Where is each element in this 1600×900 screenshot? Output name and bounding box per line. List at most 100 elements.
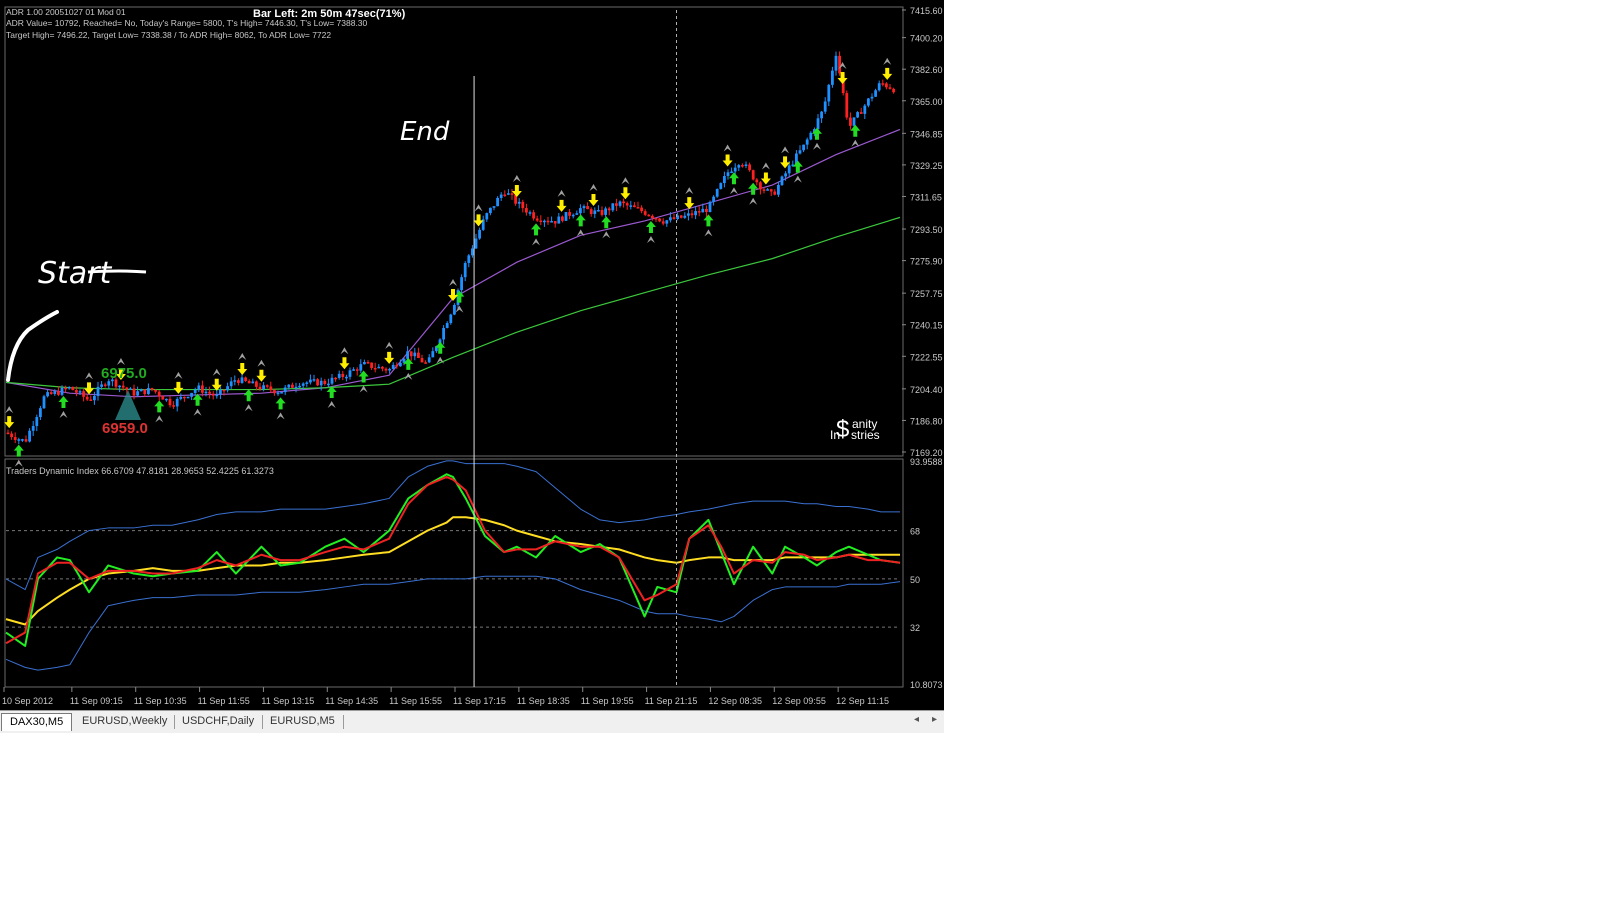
bull-candle <box>719 183 723 189</box>
price-axis-label: 7382.60 <box>910 65 943 75</box>
bull-candle <box>129 388 132 390</box>
bear-candle <box>885 83 888 88</box>
pivot-upper-label: 6975.0 <box>101 365 147 382</box>
bull-candle <box>427 357 431 363</box>
tab-eurusd-weekly[interactable]: EURUSD,Weekly <box>74 713 175 730</box>
bear-candle <box>600 210 604 215</box>
pivot-lower-label: 6959.0 <box>102 420 148 437</box>
bear-candle <box>150 388 154 390</box>
bear-candle <box>755 179 759 183</box>
bull-candle <box>165 398 168 401</box>
bull-candle <box>298 385 301 388</box>
bear-candle <box>888 87 892 89</box>
bear-candle <box>586 206 589 210</box>
bull-candle <box>233 380 237 382</box>
bear-candle <box>607 208 611 211</box>
bear-candle <box>838 55 841 74</box>
bull-candle <box>629 205 633 207</box>
bear-candle <box>532 212 535 219</box>
bull-candle <box>787 165 791 174</box>
bull-candle <box>445 323 449 328</box>
bear-candle <box>395 364 399 367</box>
bull-candle <box>186 396 190 399</box>
bull-candle <box>215 394 219 397</box>
bear-candle <box>172 405 175 407</box>
bear-candle <box>503 194 507 197</box>
tabs-scroll-left-icon[interactable]: ◂ <box>914 714 919 725</box>
bull-candle <box>294 386 298 389</box>
bull-candle <box>874 90 877 97</box>
bull-candle <box>280 392 283 394</box>
bear-candle <box>255 381 258 387</box>
bull-candle <box>730 171 733 173</box>
bear-candle <box>85 396 89 400</box>
bull-candle <box>17 439 21 441</box>
bear-candle <box>553 221 557 224</box>
price-axis-label: 7400.20 <box>910 34 943 44</box>
bear-candle <box>24 439 28 442</box>
bull-candle <box>820 111 823 119</box>
bull-candle <box>453 304 456 315</box>
tdi-axis-label: 50 <box>910 575 920 585</box>
bear-candle <box>654 218 658 220</box>
bear-candle <box>539 220 543 223</box>
bull-candle <box>863 105 867 114</box>
tab-usdchf-daily[interactable]: USDCHF,Daily <box>174 713 262 730</box>
price-axis-label: 7257.75 <box>910 289 943 299</box>
bear-candle <box>679 215 683 218</box>
bull-candle <box>557 216 561 224</box>
bear-candle <box>741 165 744 167</box>
bull-candle <box>193 389 197 393</box>
tabs-scroll-right-icon[interactable]: ▸ <box>932 714 937 725</box>
bear-candle <box>64 387 67 390</box>
time-axis-label: 12 Sep 08:35 <box>708 696 762 706</box>
price-axis-label: 7222.55 <box>910 352 943 362</box>
bull-candle <box>471 248 474 256</box>
bull-candle <box>93 395 96 401</box>
bear-candle <box>161 396 165 400</box>
bull-candle <box>802 144 805 151</box>
tdi-axis-label: 10.8073 <box>910 680 943 690</box>
time-axis-label: 11 Sep 19:55 <box>581 696 634 706</box>
bear-candle <box>75 390 78 393</box>
bear-candle <box>625 203 629 206</box>
bear-candle <box>636 207 640 209</box>
bull-candle <box>571 214 575 217</box>
bull-candle <box>877 83 881 91</box>
price-axis-label: 7204.40 <box>910 385 943 395</box>
bull-candle <box>528 212 532 214</box>
bear-candle <box>615 203 618 206</box>
bull-candle <box>593 210 597 214</box>
bear-candle <box>168 398 172 406</box>
bear-candle <box>71 386 75 391</box>
bull-candle <box>507 193 510 195</box>
chart-tab-bar: DAX30,M5 EURUSD,Weekly USDCHF,Daily EURU… <box>0 710 944 733</box>
bear-candle <box>222 389 226 392</box>
bear-candle <box>643 211 647 215</box>
bear-candle <box>132 388 136 396</box>
bull-candle <box>856 112 859 118</box>
bear-candle <box>121 385 125 388</box>
bull-candle <box>283 387 287 393</box>
bull-candle <box>42 396 46 409</box>
bull-candle <box>604 208 607 215</box>
tdi-axis-label: 32 <box>910 623 920 633</box>
bull-candle <box>701 208 705 213</box>
bull-candle <box>391 364 395 369</box>
adr-title: ADR 1.00 20051027 01 Mod 01 <box>6 7 126 17</box>
bear-candle <box>633 205 636 208</box>
bull-candle <box>543 220 546 223</box>
time-axis-label: 11 Sep 10:35 <box>134 696 187 706</box>
bear-candle <box>751 170 755 180</box>
bear-candle <box>6 432 10 435</box>
bear-candle <box>82 391 85 397</box>
bull-candle <box>337 373 341 378</box>
bull-candle <box>442 327 445 340</box>
adr-values-line: ADR Value= 10792, Reached= No, Today's R… <box>6 18 368 28</box>
bull-candle <box>60 387 64 395</box>
bear-candle <box>561 216 564 221</box>
tab-eurusd-m5[interactable]: EURUSD,M5 <box>262 713 343 730</box>
bull-candle <box>147 388 150 395</box>
price-axis-label: 7329.25 <box>910 161 943 171</box>
tab-dax30-m5[interactable]: DAX30,M5 <box>1 713 73 731</box>
